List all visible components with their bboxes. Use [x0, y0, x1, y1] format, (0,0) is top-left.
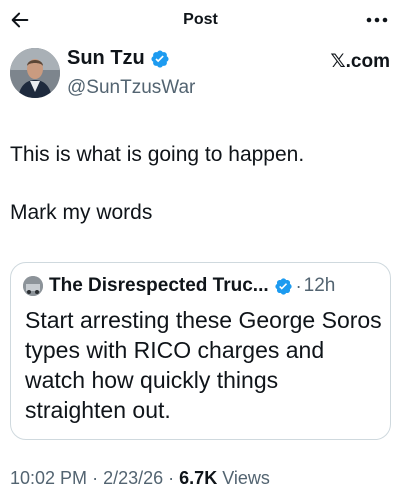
quoted-verified — [274, 277, 293, 296]
verified-badge-icon — [151, 49, 169, 68]
post-text-line: Mark my words — [10, 201, 153, 224]
quoted-author-name: The Disrespected Truc... — [49, 275, 269, 296]
post-text: This is what is going to happen. Mark my… — [10, 140, 390, 227]
more-horizontal-icon — [366, 17, 388, 23]
post-metadata: 10:02 PM · 2/23/26 · 6.7K Views — [10, 468, 270, 489]
author-name[interactable]: Sun Tzu — [67, 47, 145, 70]
post-time: 10:02 PM — [10, 468, 88, 488]
quoted-avatar — [23, 276, 43, 296]
author-handle[interactable]: @SunTzusWar — [67, 77, 195, 99]
author-name-row: Sun Tzu — [67, 47, 170, 70]
verified-badge-icon — [275, 277, 292, 295]
post-text-line: This is what is going to happen. — [10, 143, 305, 166]
avatar[interactable] — [10, 48, 60, 98]
post-date: 2/23/26 — [103, 468, 164, 488]
meta-separator: · — [92, 468, 99, 488]
quoted-separator: · — [295, 275, 302, 296]
more-options-button[interactable] — [365, 10, 389, 30]
page-title: Post — [183, 11, 218, 28]
quoted-post[interactable]: The Disrespected Truc... · 12h Start arr… — [10, 262, 391, 440]
top-bar: Post — [0, 0, 401, 42]
quoted-avatar-image — [23, 276, 43, 296]
views-count: 6.7K — [179, 468, 218, 488]
views-label: Views — [222, 468, 270, 488]
author-row: Sun Tzu @SunTzusWar 𝕏.com — [10, 44, 390, 104]
meta-separator: · — [168, 468, 175, 488]
brand-label: 𝕏.com — [330, 51, 390, 72]
quoted-post-header: The Disrespected Truc... · 12h — [23, 271, 380, 301]
quoted-timestamp: 12h — [303, 275, 336, 296]
avatar-image — [10, 48, 60, 98]
quoted-post-text: Start arresting these George Soros types… — [25, 307, 382, 423]
